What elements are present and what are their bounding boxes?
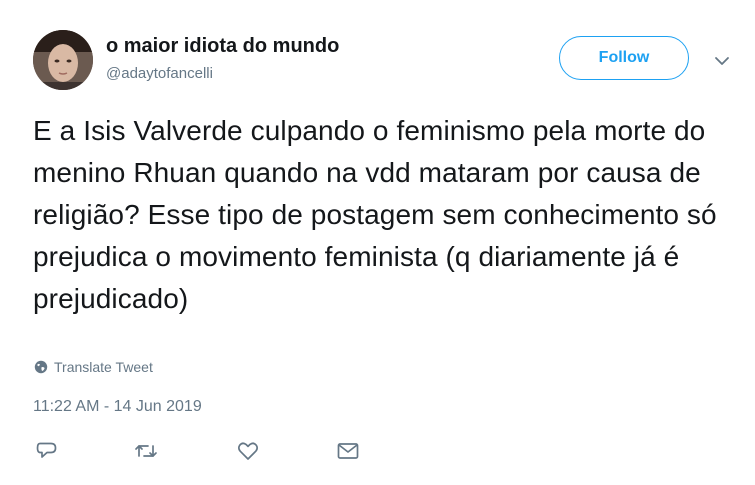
avatar[interactable] [33, 30, 93, 90]
globe-icon [34, 360, 48, 374]
translate-tweet-link[interactable]: Translate Tweet [34, 359, 153, 375]
retweet-icon[interactable] [134, 440, 158, 462]
reply-icon[interactable] [35, 440, 59, 462]
display-name[interactable]: o maior idiota do mundo [106, 35, 339, 58]
like-icon[interactable] [236, 440, 260, 462]
translate-label: Translate Tweet [54, 359, 153, 375]
chevron-down-icon[interactable] [713, 52, 731, 70]
tweet-text: E a Isis Valverde culpando o feminismo p… [33, 115, 717, 314]
tweet-timestamp[interactable]: 11:22 AM - 14 Jun 2019 [33, 398, 202, 416]
follow-button[interactable]: Follow [559, 36, 689, 80]
direct-message-icon[interactable] [336, 440, 360, 462]
user-handle[interactable]: @adaytofancelli [106, 65, 213, 82]
